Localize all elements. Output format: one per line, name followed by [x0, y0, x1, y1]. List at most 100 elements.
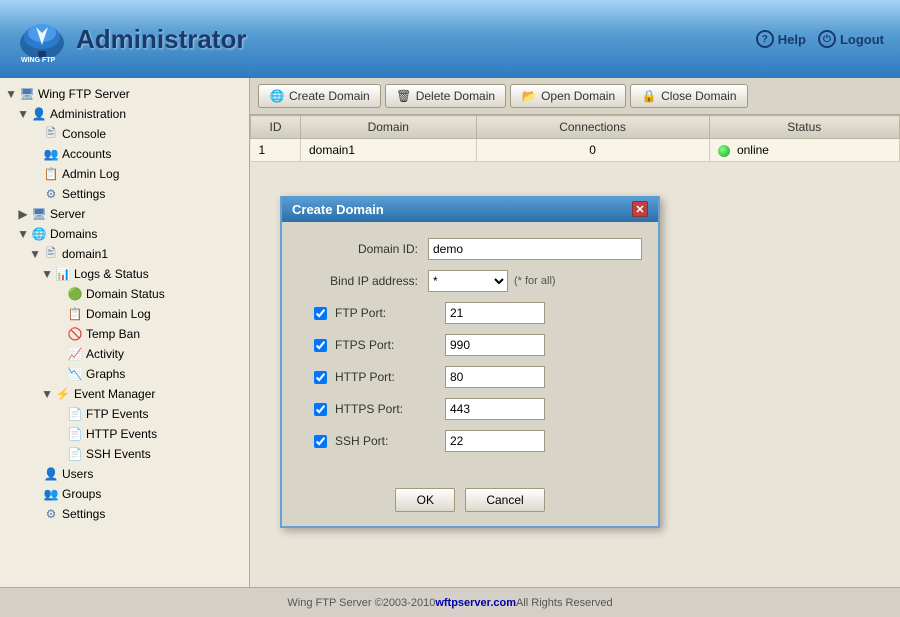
modal-body: Domain ID: Bind IP address: * (* for all…	[282, 222, 658, 478]
sidebar-item-event-manager[interactable]: ▼ ⚡ Event Manager	[0, 384, 249, 404]
modal-cancel-button[interactable]: Cancel	[465, 488, 544, 512]
sidebar-item-domain-status[interactable]: 🟢 Domain Status	[0, 284, 249, 304]
sidebar-item-wing-ftp-server[interactable]: ▼ 🖥 Wing FTP Server	[0, 84, 249, 104]
modal-close-button[interactable]: ✕	[632, 201, 648, 217]
header-title: Administrator	[76, 24, 246, 55]
arrow-icon: ▼	[30, 249, 40, 259]
sidebar-item-domain1[interactable]: ▼ 🖹 domain1	[0, 244, 249, 264]
ssh-port-label: SSH Port:	[335, 434, 445, 448]
sidebar: ▼ 🖥 Wing FTP Server ▼ 👤 Administration 🖹…	[0, 78, 250, 587]
sidebar-item-http-events[interactable]: 📄 HTTP Events	[0, 424, 249, 444]
event-manager-icon: ⚡	[55, 386, 71, 402]
sidebar-item-activity[interactable]: 📈 Activity	[0, 344, 249, 364]
sidebar-item-domain-log[interactable]: 📋 Domain Log	[0, 304, 249, 324]
table-row[interactable]: 1 domain1 0 online	[251, 139, 900, 162]
activity-icon: 📈	[67, 346, 83, 362]
settings-icon: ⚙	[43, 506, 59, 522]
help-button[interactable]: ? Help	[756, 30, 806, 48]
ftps-port-input[interactable]	[445, 334, 545, 356]
logo-icon: WING FTP SERVER	[16, 13, 68, 65]
server2-icon: 🖥	[31, 206, 47, 222]
domain-table: ID Domain Connections Status 1 domain1 0…	[250, 115, 900, 162]
arrow-icon: ▼	[42, 389, 52, 399]
sidebar-item-logs-status[interactable]: ▼ 📊 Logs & Status	[0, 264, 249, 284]
sidebar-item-server[interactable]: ▶ 🖥 Server	[0, 204, 249, 224]
ssh-events-icon: 📄	[67, 446, 83, 462]
http-port-label: HTTP Port:	[335, 370, 445, 384]
spacer	[30, 469, 40, 479]
toolbar: 🌐 Create Domain 🗑 Delete Domain 📂 Open D…	[250, 78, 900, 115]
sidebar-item-users[interactable]: 👤 Users	[0, 464, 249, 484]
spacer	[54, 329, 64, 339]
arrow-icon: ▼	[6, 89, 16, 99]
sidebar-item-settings-admin[interactable]: ⚙ Settings	[0, 184, 249, 204]
table-header-row: ID Domain Connections Status	[251, 116, 900, 139]
header-buttons: ? Help ⏻ Logout	[756, 30, 884, 48]
ftp-port-input[interactable]	[445, 302, 545, 324]
create-domain-button[interactable]: 🌐 Create Domain	[258, 84, 381, 108]
https-port-checkbox[interactable]	[314, 403, 327, 416]
footer: Wing FTP Server ©2003-2010 wftpserver.co…	[0, 587, 900, 617]
logo-area: WING FTP SERVER Administrator	[16, 13, 246, 65]
create-domain-modal: Create Domain ✕ Domain ID: Bind IP addre…	[280, 196, 660, 528]
ftps-port-label: FTPS Port:	[335, 338, 445, 352]
arrow-icon: ▶	[18, 209, 28, 219]
temp-ban-icon: 🚫	[67, 326, 83, 342]
groups-icon: 👥	[43, 486, 59, 502]
close-domain-button[interactable]: 🔒 Close Domain	[630, 84, 747, 108]
bind-ip-row: Bind IP address: * (* for all)	[298, 270, 642, 292]
log-icon: 📋	[43, 166, 59, 182]
bind-ip-select[interactable]: *	[428, 270, 508, 292]
col-status: Status	[709, 116, 899, 139]
open-domain-button[interactable]: 📂 Open Domain	[510, 84, 626, 108]
bind-ip-label: Bind IP address:	[298, 274, 428, 288]
sidebar-item-domains[interactable]: ▼ 🌐 Domains	[0, 224, 249, 244]
modal-title-bar: Create Domain ✕	[282, 196, 658, 222]
sidebar-item-settings[interactable]: ⚙ Settings	[0, 504, 249, 524]
http-port-checkbox[interactable]	[314, 371, 327, 384]
https-port-row: HTTPS Port:	[298, 398, 642, 420]
modal-title: Create Domain	[292, 202, 384, 217]
sidebar-item-graphs[interactable]: 📉 Graphs	[0, 364, 249, 384]
https-port-input[interactable]	[445, 398, 545, 420]
https-port-label: HTTPS Port:	[335, 402, 445, 416]
ssh-port-input[interactable]	[445, 430, 545, 452]
http-port-input[interactable]	[445, 366, 545, 388]
close-domain-icon: 🔒	[641, 88, 657, 104]
server-icon: 🖥	[19, 86, 35, 102]
domain-log-icon: 📋	[67, 306, 83, 322]
sidebar-item-ssh-events[interactable]: 📄 SSH Events	[0, 444, 249, 464]
spacer	[54, 349, 64, 359]
arrow-icon: ▼	[18, 229, 28, 239]
ftp-port-checkbox[interactable]	[314, 307, 327, 320]
graphs-icon: 📉	[67, 366, 83, 382]
delete-domain-button[interactable]: 🗑 Delete Domain	[385, 84, 506, 108]
arrow-icon: ▼	[42, 269, 52, 279]
sidebar-item-admin-log[interactable]: 📋 Admin Log	[0, 164, 249, 184]
http-port-row: HTTP Port:	[298, 366, 642, 388]
col-id: ID	[251, 116, 301, 139]
sidebar-item-administration[interactable]: ▼ 👤 Administration	[0, 104, 249, 124]
sidebar-item-accounts[interactable]: 👥 Accounts	[0, 144, 249, 164]
http-events-icon: 📄	[67, 426, 83, 442]
spacer	[54, 409, 64, 419]
sidebar-item-groups[interactable]: 👥 Groups	[0, 484, 249, 504]
admin-icon: 👤	[31, 106, 47, 122]
sidebar-item-ftp-events[interactable]: 📄 FTP Events	[0, 404, 249, 424]
ssh-port-checkbox[interactable]	[314, 435, 327, 448]
modal-ok-button[interactable]: OK	[395, 488, 455, 512]
help-icon: ?	[756, 30, 774, 48]
spacer	[54, 429, 64, 439]
spacer	[54, 449, 64, 459]
ftps-port-checkbox[interactable]	[314, 339, 327, 352]
footer-link[interactable]: wftpserver.com	[435, 597, 516, 609]
ftp-port-label: FTP Port:	[335, 306, 445, 320]
logout-button[interactable]: ⏻ Logout	[818, 30, 884, 48]
power-icon: ⏻	[818, 30, 836, 48]
sidebar-item-temp-ban[interactable]: 🚫 Temp Ban	[0, 324, 249, 344]
domain1-icon: 🖹	[43, 246, 59, 262]
ftp-events-icon: 📄	[67, 406, 83, 422]
domain-id-input[interactable]	[428, 238, 642, 260]
ftp-port-row: FTP Port:	[298, 302, 642, 324]
sidebar-item-console[interactable]: 🖹 Console	[0, 124, 249, 144]
